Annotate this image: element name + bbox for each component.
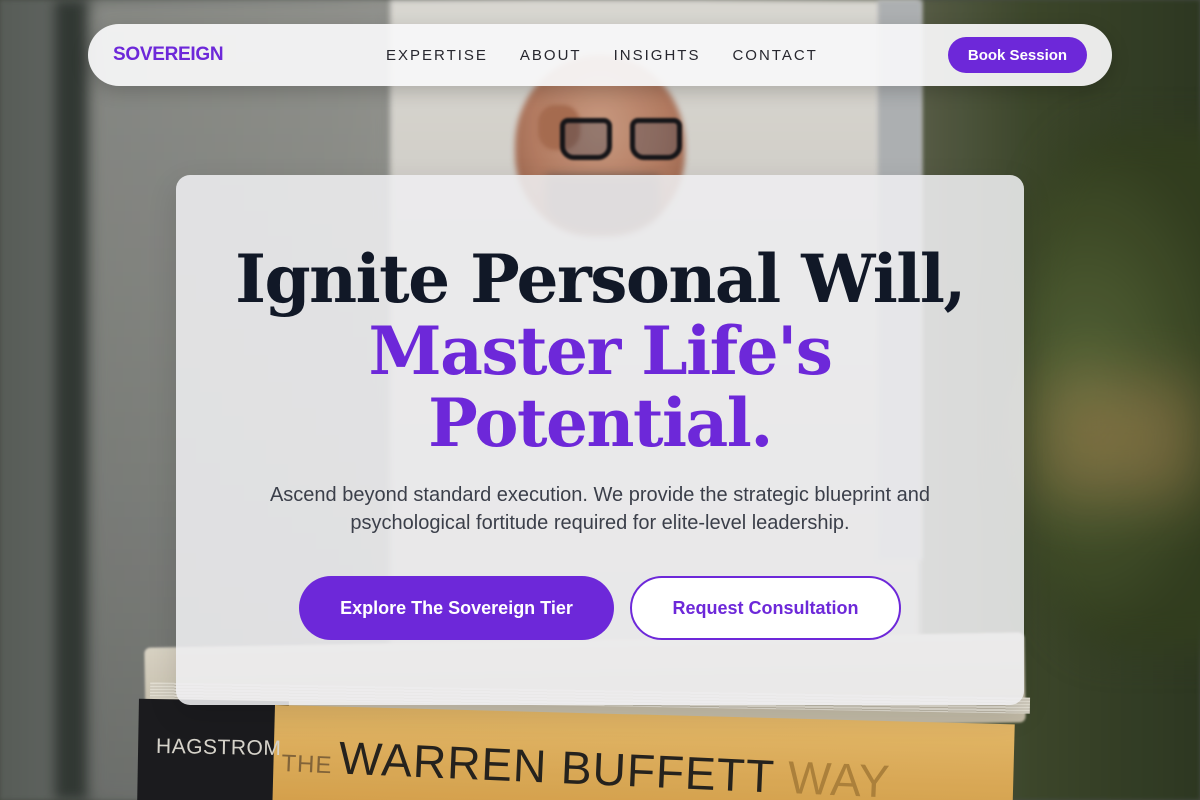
nav-link-contact[interactable]: CONTACT (732, 47, 817, 64)
nav-link-expertise[interactable]: EXPERTISE (386, 47, 488, 64)
hero-cta-row: Explore The Sovereign Tier Request Consu… (176, 576, 1024, 640)
brand-logo[interactable]: SOVEREIGN (113, 44, 353, 66)
nav-links: EXPERTISE ABOUT INSIGHTS CONTACT (386, 24, 850, 86)
hero-headline-line3: Potential. (428, 384, 773, 462)
hero-subtext: Ascend beyond standard execution. We pro… (269, 484, 931, 534)
hero-card: Ignite Personal Will, Master Life's Pote… (176, 175, 1024, 705)
nav-link-about[interactable]: ABOUT (520, 47, 582, 64)
hero-headline: Ignite Personal Will, Master Life's Pote… (176, 243, 1024, 459)
request-consultation-button[interactable]: Request Consultation (630, 576, 901, 640)
book-session-button[interactable]: Book Session (948, 37, 1087, 73)
nav-link-insights[interactable]: INSIGHTS (614, 47, 701, 64)
hero-headline-line2: Master Life's (368, 312, 833, 390)
top-navigation-bar: SOVEREIGN EXPERTISE ABOUT INSIGHTS CONTA… (88, 24, 1112, 86)
hero-headline-line1: Ignite Personal Will, (235, 240, 966, 318)
explore-tier-button[interactable]: Explore The Sovereign Tier (299, 576, 614, 640)
